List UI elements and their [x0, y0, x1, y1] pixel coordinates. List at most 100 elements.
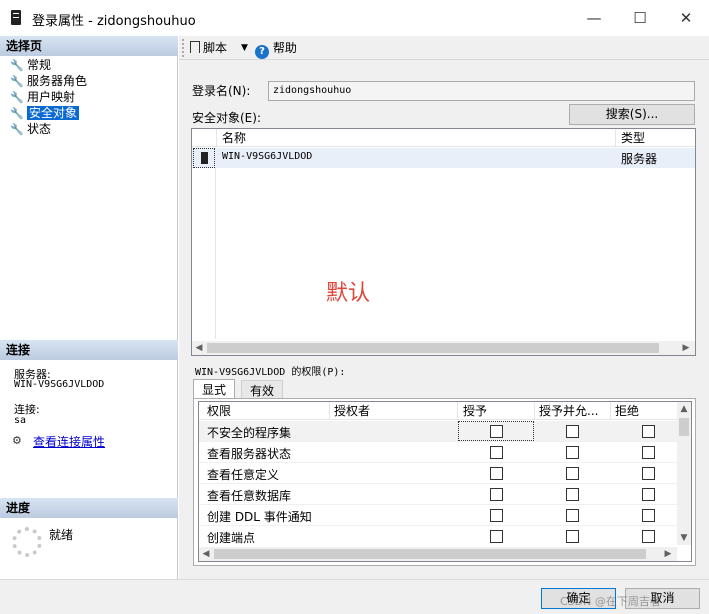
scroll-left-icon[interactable]: ◀: [199, 547, 213, 561]
grant-checkbox[interactable]: [490, 530, 503, 543]
securables-header: 名称 类型: [192, 129, 695, 147]
scroll-thumb[interactable]: [214, 549, 646, 559]
permissions-panel: 权限 授权者 授予 授予并允... 拒绝 不安全的程序集 查看服务器状态 查看任意定…: [193, 398, 696, 566]
tab-effective[interactable]: 有效: [241, 380, 284, 399]
wrench-icon: 🔧: [10, 107, 24, 120]
toolbar: 脚本 ▼ ? 帮助: [179, 36, 709, 60]
table-row[interactable]: 查看任意定义: [199, 463, 677, 484]
permission-name: 查看服务器状态: [207, 447, 292, 461]
script-dropdown-icon[interactable]: ▼: [241, 39, 248, 57]
permissions-label: WIN-V9SG6JVLDOD 的权限(P):: [195, 367, 346, 378]
wrench-icon: 🔧: [10, 75, 24, 88]
nav-item-user-mapping[interactable]: 🔧 用户映射: [0, 89, 178, 105]
nav-item-server-roles[interactable]: 🔧 服务器角色: [0, 73, 178, 89]
column-grant-header[interactable]: 授予: [463, 402, 487, 420]
connection-value: sa: [14, 415, 27, 426]
wrench-icon: 🔧: [10, 91, 24, 104]
help-icon: ?: [255, 45, 269, 59]
wrench-icon: 🔧: [10, 123, 24, 136]
scroll-right-icon[interactable]: ▶: [661, 547, 675, 561]
column-deny-header[interactable]: 拒绝: [615, 402, 639, 420]
nav-item-status[interactable]: 🔧 状态: [0, 121, 178, 137]
permissions-grid: 权限 授权者 授予 授予并允... 拒绝 不安全的程序集 查看服务器状态 查看任意定…: [198, 401, 692, 562]
deny-checkbox[interactable]: [642, 446, 655, 459]
deny-checkbox[interactable]: [642, 488, 655, 501]
nav-item-securables[interactable]: 🔧 安全对象: [0, 105, 178, 121]
with-grant-checkbox[interactable]: [566, 530, 579, 543]
connection-header: 连接: [0, 340, 178, 360]
column-permission-header[interactable]: 权限: [207, 402, 231, 420]
wrench-icon: 🔧: [10, 59, 24, 72]
securables-label: 安全对象(E):: [192, 111, 261, 125]
permissions-hscrollbar[interactable]: ◀ ▶: [199, 547, 677, 561]
focus-cell: [458, 421, 534, 441]
script-icon: [190, 41, 200, 53]
search-button[interactable]: 搜索(S)...: [569, 104, 695, 125]
help-button[interactable]: ? 帮助: [255, 39, 297, 59]
securable-name: WIN-V9SG6JVLDOD: [222, 151, 313, 162]
with-grant-checkbox[interactable]: [566, 467, 579, 480]
column-name-header[interactable]: 名称: [222, 129, 246, 147]
row-selector: [193, 148, 215, 168]
scroll-down-icon[interactable]: ▼: [677, 531, 691, 545]
page-list: 🔧 常规 🔧 服务器角色 🔧 用户映射 🔧 安全对象 🔧 状态: [0, 57, 178, 137]
deny-checkbox[interactable]: [642, 467, 655, 480]
login-name-field[interactable]: zidongshouhuo: [268, 81, 695, 101]
column-type-header[interactable]: 类型: [621, 129, 645, 147]
table-row[interactable]: 不安全的程序集: [199, 421, 677, 442]
permission-name: 创建 DDL 事件通知: [207, 510, 312, 524]
deny-checkbox[interactable]: [642, 509, 655, 522]
column-grantor-header[interactable]: 授权者: [334, 402, 370, 420]
permissions-vscrollbar[interactable]: ▲ ▼: [677, 402, 691, 545]
right-panel: 脚本 ▼ ? 帮助 登录名(N): zidongshouhuo 安全对象(E):…: [179, 36, 709, 579]
with-grant-checkbox[interactable]: [566, 509, 579, 522]
script-button[interactable]: 脚本: [190, 39, 227, 57]
with-grant-checkbox[interactable]: [566, 425, 579, 438]
toolbar-grip: [182, 39, 184, 57]
grant-checkbox[interactable]: [490, 446, 503, 459]
table-row[interactable]: WIN-V9SG6JVLDOD 服务器: [192, 148, 695, 168]
deny-checkbox[interactable]: [642, 530, 655, 543]
permissions-rows: 不安全的程序集 查看服务器状态 查看任意定义查看任意数据库创建 DDL 事件通知创建…: [199, 421, 677, 545]
progress-spinner-icon: [12, 527, 42, 557]
securables-hscrollbar[interactable]: ◀ ▶: [192, 341, 695, 355]
securable-type: 服务器: [621, 152, 658, 166]
nav-item-general[interactable]: 🔧 常规: [0, 57, 178, 73]
grant-checkbox[interactable]: [490, 467, 503, 480]
title-bar: 登录属性 - zidongshouhuo — ☐ ✕: [0, 0, 709, 36]
close-button[interactable]: ✕: [663, 0, 709, 36]
watermark-text: 默认: [326, 281, 371, 306]
login-name-label: 登录名(N):: [192, 84, 251, 98]
scroll-thumb[interactable]: [679, 418, 689, 436]
scroll-up-icon[interactable]: ▲: [677, 402, 691, 416]
left-panel: 选择页 🔧 常规 🔧 服务器角色 🔧 用户映射 🔧 安全对象 🔧 状态 连接 服务器: W…: [0, 36, 178, 579]
tab-explicit[interactable]: 显式: [193, 379, 236, 399]
permission-name: 不安全的程序集: [207, 426, 292, 440]
with-grant-checkbox[interactable]: [566, 488, 579, 501]
progress-status: 就绪: [49, 528, 74, 542]
server-icon: [11, 10, 21, 25]
grant-checkbox[interactable]: [490, 488, 503, 501]
view-connection-properties-link[interactable]: 查看连接属性: [33, 433, 105, 450]
table-row[interactable]: 创建 DDL 事件通知: [199, 505, 677, 526]
permission-name: 查看任意定义: [207, 468, 280, 482]
grant-checkbox[interactable]: [490, 509, 503, 522]
minimize-button[interactable]: —: [571, 0, 617, 36]
connection-properties-icon: ⚙: [12, 434, 22, 447]
permissions-header: 权限 授权者 授予 授予并允... 拒绝: [199, 402, 677, 420]
window-title: 登录属性 - zidongshouhuo: [32, 14, 196, 29]
table-row[interactable]: 查看服务器状态: [199, 442, 677, 463]
server-value: WIN-V9SG6JVLDOD: [14, 379, 105, 390]
maximize-button[interactable]: ☐: [617, 0, 663, 36]
watermark-overlay: CSDN @在下周吉者: [560, 595, 661, 608]
permission-tabs: 显式 有效: [193, 379, 293, 399]
scroll-right-icon[interactable]: ▶: [679, 341, 693, 355]
scroll-left-icon[interactable]: ◀: [192, 341, 206, 355]
with-grant-checkbox[interactable]: [566, 446, 579, 459]
table-row[interactable]: 查看任意数据库: [199, 484, 677, 505]
column-with-grant-header[interactable]: 授予并允...: [539, 402, 598, 420]
table-row[interactable]: 创建端点: [199, 526, 677, 545]
scroll-thumb[interactable]: [207, 343, 659, 353]
deny-checkbox[interactable]: [642, 425, 655, 438]
server-icon: [201, 152, 208, 164]
